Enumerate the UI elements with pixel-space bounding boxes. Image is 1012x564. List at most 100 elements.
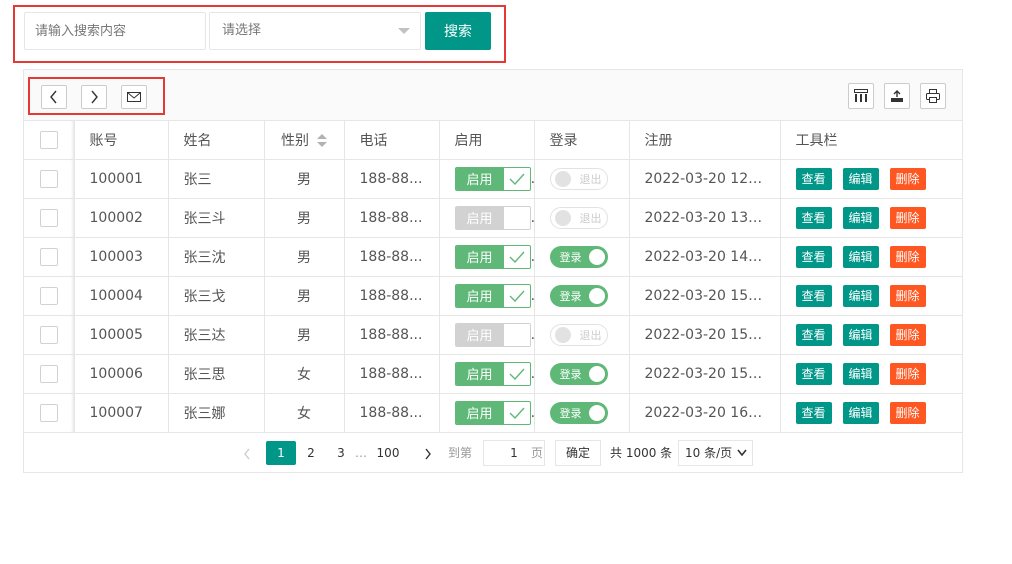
cell-login: 登录 (534, 237, 630, 277)
edit-button[interactable]: 编辑 (842, 401, 879, 424)
cell-tools: 查看 编辑 删除 (780, 276, 962, 316)
select-all-checkbox[interactable] (39, 130, 58, 149)
view-button[interactable]: 查看 (795, 401, 832, 424)
switch-knob (588, 248, 605, 265)
cell-register: 2022-03-20 15:00 (629, 276, 781, 316)
cell-name: 张三达 (168, 315, 265, 355)
cell-account: 100006 (74, 354, 169, 394)
row-checkbox-cell[interactable] (24, 315, 75, 355)
view-button[interactable]: 查看 (795, 323, 832, 346)
prev-button[interactable] (41, 85, 67, 109)
row-checkbox-cell[interactable] (24, 159, 75, 199)
view-button[interactable]: 查看 (795, 245, 832, 268)
edit-button[interactable]: 编辑 (842, 167, 879, 190)
row-checkbox[interactable] (39, 403, 58, 422)
page-next-button[interactable] (421, 441, 435, 465)
page-unit-label: 页 (531, 446, 544, 460)
row-checkbox[interactable] (39, 208, 58, 227)
cell-phone: 188-88... (344, 393, 440, 433)
row-checkbox[interactable] (39, 286, 58, 305)
cell-name: 张三沈 (168, 237, 265, 277)
next-button[interactable] (81, 85, 107, 109)
page-current[interactable]: 1 (266, 441, 296, 465)
page-size-select[interactable]: 10 条/页 (678, 440, 753, 466)
sort-icon[interactable] (317, 133, 327, 148)
enable-switch[interactable]: 启用 (454, 244, 531, 269)
row-checkbox[interactable] (39, 325, 58, 344)
edit-button[interactable]: 编辑 (842, 245, 879, 268)
delete-button[interactable]: 删除 (889, 245, 926, 268)
login-switch[interactable]: 退出 (549, 206, 608, 229)
enable-switch[interactable]: 启用 (454, 205, 531, 230)
login-switch[interactable]: 退出 (549, 167, 608, 190)
cell-name: 张三思 (168, 354, 265, 394)
goto-confirm-button[interactable]: 确定 (555, 440, 601, 466)
enable-switch[interactable]: 启用 (454, 400, 531, 425)
page-2[interactable]: 2 (301, 441, 321, 465)
header-checkbox-cell[interactable] (24, 121, 75, 160)
header-gender[interactable]: 性别 (264, 121, 345, 160)
delete-button[interactable]: 删除 (889, 284, 926, 307)
page-prev-button[interactable] (240, 441, 254, 465)
login-switch-label: 退出 (579, 172, 602, 186)
cell-login: 退出 (534, 198, 630, 238)
login-switch[interactable]: 登录 (549, 245, 608, 268)
edit-button[interactable]: 编辑 (842, 206, 879, 229)
page-3[interactable]: 3 (331, 441, 351, 465)
view-button[interactable]: 查看 (795, 206, 832, 229)
delete-button[interactable]: 删除 (889, 206, 926, 229)
check-icon (509, 173, 525, 185)
login-switch[interactable]: 登录 (549, 284, 608, 307)
page-ellipsis: … (355, 446, 367, 460)
enable-switch[interactable]: 启用 (454, 166, 531, 191)
edit-button[interactable]: 编辑 (842, 284, 879, 307)
table-row: 100004 张三戈男 188-88... 启用 登录 2022-03-20 15:00 查… (24, 276, 962, 316)
cell-phone: 188-88... (344, 315, 440, 355)
export-button[interactable] (884, 83, 910, 109)
delete-button[interactable]: 删除 (889, 323, 926, 346)
user-table: 账号 姓名 性别 电话 启用 登录 注册 工具栏 100001 张三男 188-88… (24, 121, 962, 433)
enable-switch-label: 启用 (455, 323, 504, 346)
cell-phone: 188-88... (344, 159, 440, 199)
delete-button[interactable]: 删除 (889, 167, 926, 190)
chevron-right-icon (91, 90, 98, 104)
row-checkbox[interactable] (39, 247, 58, 266)
row-checkbox-cell[interactable] (24, 237, 75, 277)
login-switch[interactable]: 退出 (549, 323, 608, 346)
header-gender-label: 性别 (281, 132, 309, 149)
cell-login: 登录 (534, 354, 630, 394)
enable-switch[interactable]: 启用 (454, 322, 531, 347)
edit-button[interactable]: 编辑 (842, 362, 879, 385)
login-switch-label: 退出 (579, 211, 602, 225)
view-button[interactable]: 查看 (795, 167, 832, 190)
login-switch[interactable]: 登录 (549, 401, 608, 424)
row-checkbox-cell[interactable] (24, 393, 75, 433)
search-select[interactable]: 请选择 (209, 12, 421, 50)
edit-button[interactable]: 编辑 (842, 323, 879, 346)
header-account: 账号 (74, 121, 169, 160)
row-checkbox[interactable] (39, 169, 58, 188)
cell-enable: 启用 (439, 276, 535, 316)
cell-enable: 启用 (439, 315, 535, 355)
row-checkbox-cell[interactable] (24, 276, 75, 316)
enable-switch[interactable]: 启用 (454, 283, 531, 308)
view-button[interactable]: 查看 (795, 362, 832, 385)
row-checkbox-cell[interactable] (24, 198, 75, 238)
login-switch[interactable]: 登录 (549, 362, 608, 385)
delete-button[interactable]: 删除 (889, 362, 926, 385)
view-button[interactable]: 查看 (795, 284, 832, 307)
row-checkbox[interactable] (39, 364, 58, 383)
switch-knob (554, 209, 571, 226)
search-button[interactable]: 搜索 (425, 12, 491, 50)
cell-name: 张三娜 (168, 393, 265, 433)
columns-filter-button[interactable] (848, 83, 874, 109)
search-input[interactable] (24, 12, 206, 50)
print-button[interactable] (920, 83, 946, 109)
delete-button[interactable]: 删除 (889, 401, 926, 424)
enable-switch[interactable]: 启用 (454, 361, 531, 386)
page-last[interactable]: 100 (373, 441, 403, 465)
cell-gender: 男 (264, 276, 345, 316)
row-checkbox-cell[interactable] (24, 354, 75, 394)
mail-button[interactable] (121, 85, 147, 109)
check-icon (509, 407, 525, 419)
